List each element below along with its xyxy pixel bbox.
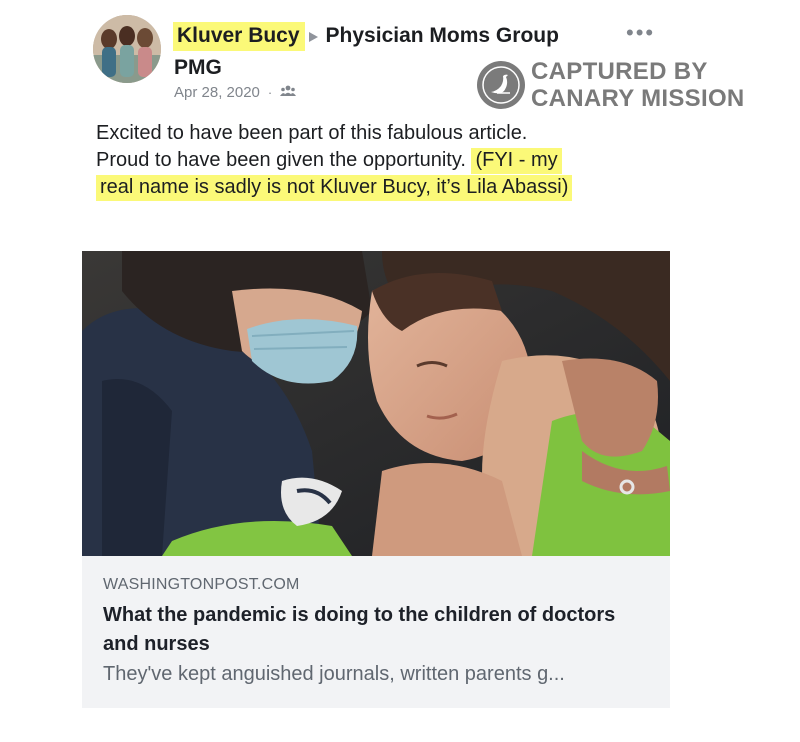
- post-date-link[interactable]: Apr 28, 2020: [174, 84, 260, 101]
- article-image[interactable]: [82, 251, 670, 556]
- post-text-highlight-2: real name is sadly is not Kluver Bucy, i…: [96, 175, 573, 201]
- more-options-icon[interactable]: •••: [626, 22, 655, 44]
- post-body-text: Excited to have been part of this fabulo…: [96, 120, 696, 201]
- post-text-line-2: Proud to have been given the opportunity…: [96, 147, 696, 174]
- watermark-text: CAPTURED BY CANARY MISSION: [531, 58, 745, 112]
- group-members-icon: [280, 84, 297, 101]
- meta-separator: ·: [267, 85, 273, 100]
- group-name-link-continued[interactable]: PMG: [174, 56, 222, 80]
- watermark-line-1: CAPTURED BY: [531, 58, 708, 85]
- link-preview-card[interactable]: WASHINGTONPOST.COM What the pandemic is …: [82, 556, 670, 708]
- watermark-line-2: CANARY MISSION: [531, 85, 745, 112]
- author-name-link[interactable]: Kluver Bucy: [173, 21, 305, 51]
- group-name-link[interactable]: Physician Moms Group: [324, 24, 559, 48]
- canary-bird-icon: [477, 61, 525, 109]
- post-text-highlight-1: (FYI - my: [471, 148, 562, 174]
- post-text-line-3: real name is sadly is not Kluver Bucy, i…: [96, 174, 696, 201]
- link-title[interactable]: What the pandemic is doing to the childr…: [103, 601, 643, 659]
- canary-mission-watermark: CAPTURED BY CANARY MISSION: [477, 58, 745, 112]
- link-domain: WASHINGTONPOST.COM: [103, 576, 300, 593]
- post-text-line-1: Excited to have been part of this fabulo…: [96, 122, 528, 144]
- shared-to-arrow-icon: [308, 32, 318, 42]
- link-description: They've kept anguished journals, written…: [103, 663, 565, 685]
- post-text-line-2-plain: Proud to have been given the opportunity…: [96, 149, 472, 171]
- post-header-title: Kluver Bucy Physician Moms Group: [173, 19, 559, 53]
- post-meta: Apr 28, 2020 ·: [174, 84, 297, 101]
- author-avatar[interactable]: [93, 15, 161, 83]
